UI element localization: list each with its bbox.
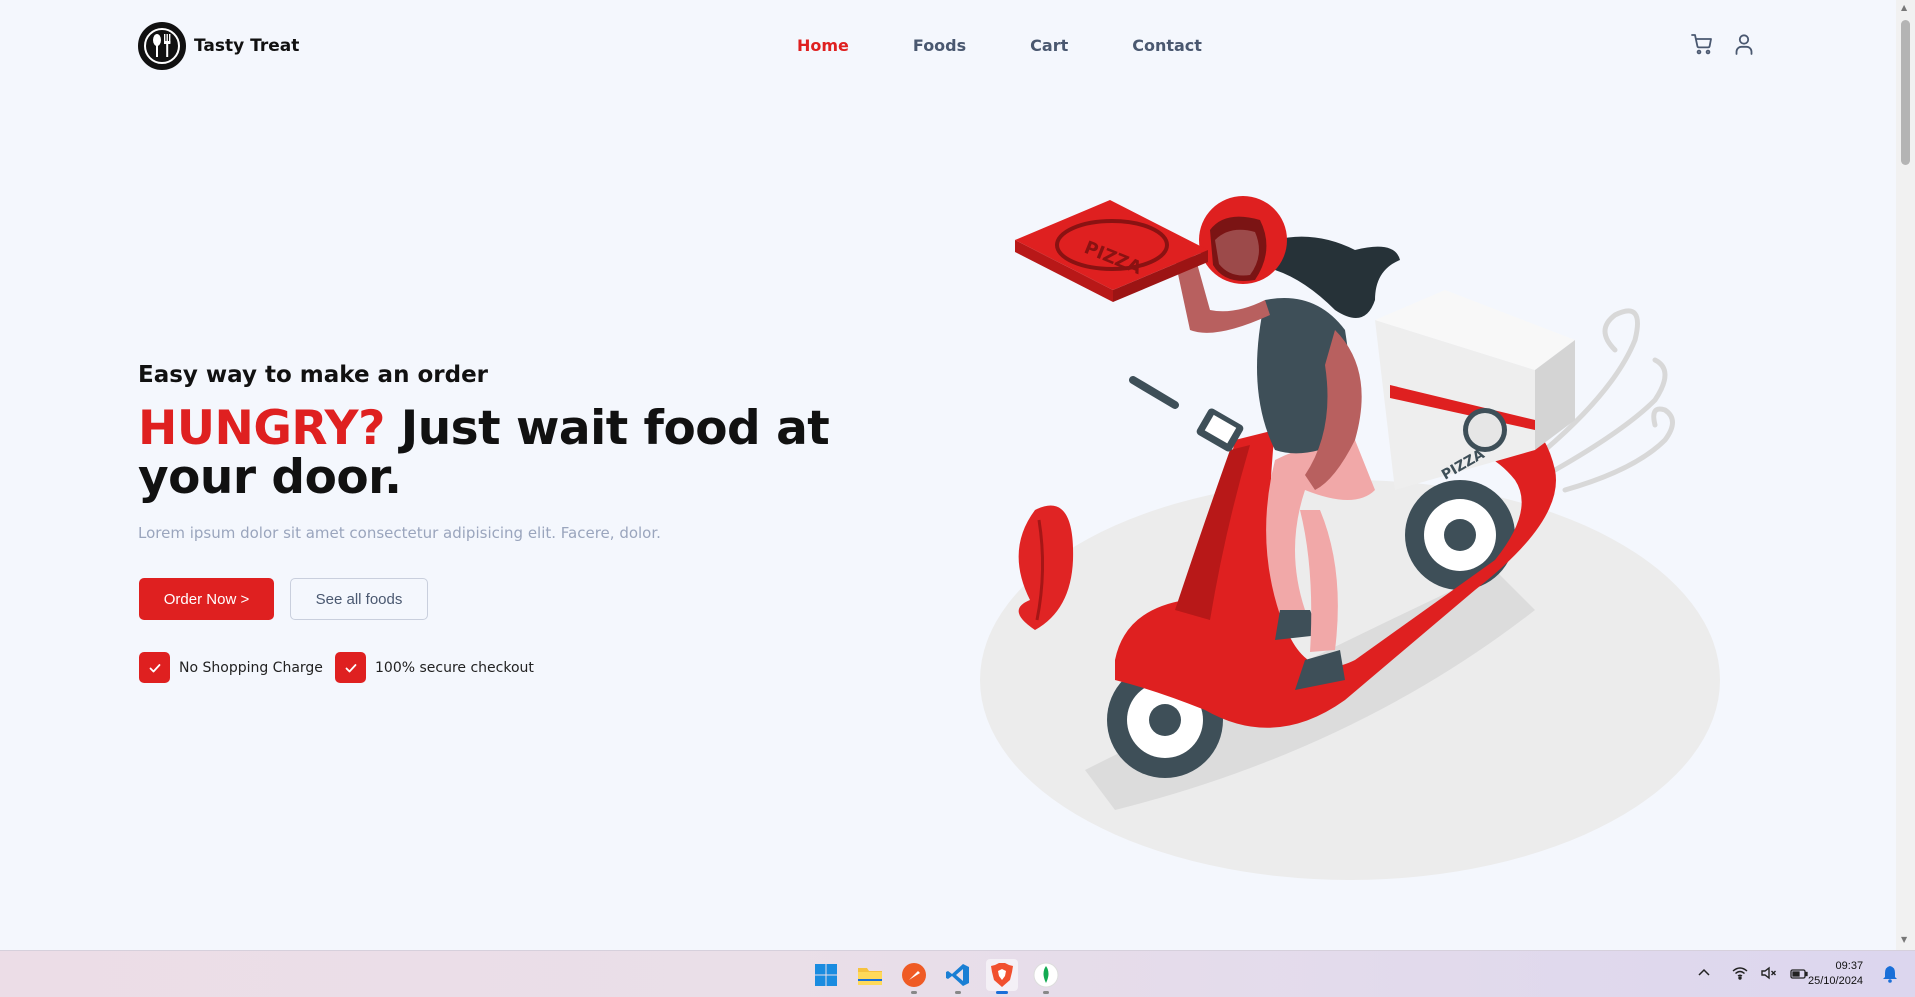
logo-icon <box>138 22 186 70</box>
user-icon[interactable] <box>1732 32 1756 56</box>
hero-title: HUNGRY? Just wait food at your door. <box>138 404 898 502</box>
feature-no-shipping: No Shopping Charge <box>139 652 323 683</box>
taskbar-apps <box>810 959 1062 994</box>
nav-contact[interactable]: Contact <box>1132 36 1202 55</box>
wifi-icon[interactable] <box>1732 965 1748 984</box>
brand-name: Tasty Treat <box>194 36 300 56</box>
see-all-foods-button[interactable]: See all foods <box>290 578 428 620</box>
file-explorer-icon[interactable] <box>854 959 886 991</box>
clock-date: 25/10/2024 <box>1808 975 1864 987</box>
hero-title-accent: HUNGRY? <box>138 401 385 456</box>
scroll-down-icon[interactable]: ▼ <box>1901 935 1907 944</box>
main-nav: Home Foods Cart Contact <box>797 36 1266 55</box>
feature-label: No Shopping Charge <box>179 659 323 676</box>
chevron-up-icon[interactable] <box>1697 965 1711 984</box>
cart-icon[interactable] <box>1690 32 1714 56</box>
windows-start-icon[interactable] <box>810 959 842 991</box>
hero-description: Lorem ipsum dolor sit amet consectetur a… <box>138 524 661 542</box>
page-scrollbar[interactable]: ▲ ▼ <box>1896 0 1915 950</box>
check-icon <box>335 652 366 683</box>
brand-logo[interactable]: Tasty Treat <box>138 22 299 70</box>
vscode-icon[interactable] <box>942 959 974 994</box>
notification-bell-icon[interactable] <box>1882 965 1898 987</box>
feature-label: 100% secure checkout <box>375 659 534 676</box>
os-taskbar: 09:37 25/10/2024 <box>0 950 1915 997</box>
site-header: Tasty Treat Home Foods Cart Contact <box>0 0 1896 92</box>
running-indicator <box>955 991 961 994</box>
nav-home[interactable]: Home <box>797 36 849 55</box>
order-now-button[interactable]: Order Now > <box>139 578 274 620</box>
system-tray <box>1697 965 1808 984</box>
hero-subtitle: Easy way to make an order <box>138 362 489 388</box>
scroll-up-icon[interactable]: ▲ <box>1901 3 1907 12</box>
system-clock[interactable]: 09:37 25/10/2024 <box>1808 959 1863 989</box>
brave-browser-icon[interactable] <box>986 959 1018 994</box>
check-icon <box>139 652 170 683</box>
mongodb-compass-icon[interactable] <box>1030 959 1062 994</box>
header-actions <box>1690 32 1756 56</box>
clock-time: 09:37 <box>1835 960 1864 972</box>
running-indicator <box>911 991 917 994</box>
battery-icon[interactable] <box>1790 965 1808 984</box>
active-indicator <box>996 991 1008 994</box>
nav-cart[interactable]: Cart <box>1030 36 1068 55</box>
running-indicator <box>1043 991 1049 994</box>
delivery-scooter-illustration: PIZZA PIZZA <box>980 196 1720 880</box>
scroll-thumb[interactable] <box>1901 20 1910 165</box>
postman-icon[interactable] <box>898 959 930 994</box>
feature-secure-checkout: 100% secure checkout <box>335 652 534 683</box>
nav-foods[interactable]: Foods <box>913 36 966 55</box>
volume-muted-icon[interactable] <box>1761 965 1777 984</box>
